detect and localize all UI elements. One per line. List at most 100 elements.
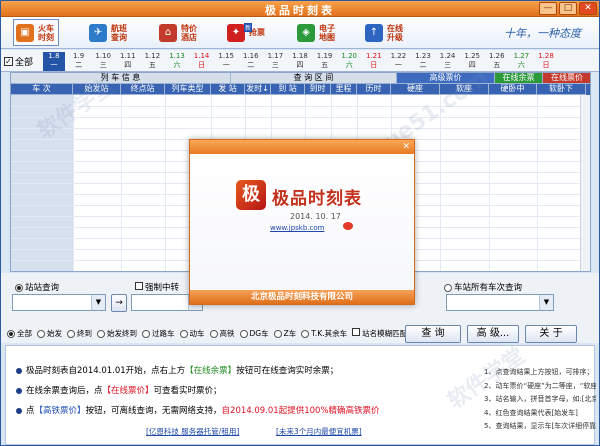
column-header[interactable]: 里程 bbox=[331, 84, 357, 95]
column-header[interactable]: 发时↓ bbox=[245, 84, 271, 95]
date-tab[interactable]: 1.13 六 bbox=[166, 52, 188, 71]
train-timetable-button[interactable]: ▣ 火车 时刻 bbox=[13, 19, 59, 46]
date-tab[interactable]: 1.23 二 bbox=[412, 52, 434, 71]
weekday-label: 四 bbox=[296, 61, 304, 69]
group-header-advanced-fare[interactable]: 高级票价 bbox=[397, 73, 495, 84]
filter-option[interactable]: 站名模糊匹配 bbox=[352, 328, 407, 339]
weibo-icon[interactable] bbox=[343, 222, 353, 230]
column-header[interactable]: 车 次 bbox=[11, 84, 73, 95]
info-text: 可查看实时票价； bbox=[153, 386, 222, 396]
close-button[interactable]: ✕ bbox=[579, 2, 597, 15]
date-tab[interactable]: 1.14 日 bbox=[191, 52, 213, 71]
filter-option[interactable]: 全部 bbox=[7, 328, 32, 339]
date-tab[interactable]: 1.15 一 bbox=[215, 52, 237, 71]
info-highlight: 【在线余票】 bbox=[185, 366, 237, 376]
query-button[interactable]: 查 询 bbox=[405, 325, 461, 343]
row-line bbox=[11, 117, 590, 118]
radio-on-icon bbox=[15, 283, 23, 292]
column-line bbox=[440, 95, 441, 271]
station-trains-select[interactable]: ▼ bbox=[446, 294, 554, 311]
filter-option[interactable]: 动车 bbox=[179, 328, 205, 339]
column-header[interactable]: 终点站 bbox=[121, 84, 165, 95]
filter-label: Z车 bbox=[283, 329, 297, 338]
date-tab[interactable]: 1.22 一 bbox=[387, 52, 409, 71]
swap-stations-button[interactable]: → bbox=[111, 294, 127, 312]
date-tab[interactable]: 1.25 四 bbox=[461, 52, 483, 71]
minimize-button[interactable]: — bbox=[539, 2, 557, 15]
row-line bbox=[11, 128, 590, 129]
advanced-button[interactable]: 高 级... bbox=[467, 325, 519, 343]
all-dates-label: 全部 bbox=[15, 58, 34, 68]
checkbox-empty-icon bbox=[135, 282, 143, 290]
filter-option[interactable]: DG车 bbox=[239, 328, 269, 339]
date-tab[interactable]: 1.11 四 bbox=[117, 52, 139, 71]
group-header-online-tickets[interactable]: 在线余票 bbox=[495, 73, 543, 84]
date-tab[interactable]: 1.16 二 bbox=[240, 52, 262, 71]
all-dates-checkbox[interactable]: ✓ 全部 bbox=[4, 55, 33, 68]
column-header[interactable]: 列车类型 bbox=[165, 84, 211, 95]
radio-off-icon bbox=[209, 330, 218, 338]
date-tab[interactable]: 1.26 五 bbox=[486, 52, 508, 71]
force-transfer-checkbox[interactable]: 强制中转 bbox=[135, 281, 179, 293]
date-tab[interactable]: 1.9 二 bbox=[68, 52, 90, 71]
filter-option[interactable]: Z车 bbox=[273, 328, 297, 339]
column-header[interactable]: 软座 bbox=[440, 84, 489, 95]
filter-option[interactable]: 始发 bbox=[37, 328, 62, 339]
upgrade-button[interactable]: ↑ 在线 升级 bbox=[365, 19, 405, 46]
flight-query-button[interactable]: ✈ 航班 查询 bbox=[89, 19, 129, 46]
station-query-radio[interactable]: 站站查询 bbox=[15, 281, 59, 293]
tip-item: 1、点查询结果上方按钮，可排序； bbox=[484, 368, 594, 376]
filter-option[interactable]: 过路车 bbox=[142, 328, 175, 339]
date-tab[interactable]: 1.8 一 bbox=[43, 52, 65, 71]
vertical-scrollbar[interactable] bbox=[580, 95, 590, 271]
filter-option[interactable]: 终到 bbox=[67, 328, 92, 339]
weekday-label: 四 bbox=[124, 61, 132, 69]
date-tab[interactable]: 1.27 六 bbox=[510, 52, 532, 71]
column-line bbox=[73, 95, 74, 271]
hosting-link[interactable]: [亿恩科技 服务器托管/租用] bbox=[146, 426, 239, 437]
column-header[interactable]: 历时 bbox=[357, 84, 391, 95]
website-link[interactable]: www.jpskb.com bbox=[270, 224, 324, 232]
hotel-button[interactable]: ⌂ 特价 酒店 bbox=[159, 19, 199, 46]
plane-icon: ✈ bbox=[89, 23, 107, 42]
date-tab[interactable]: 1.18 四 bbox=[289, 52, 311, 71]
from-station-select[interactable]: ▼ bbox=[12, 294, 106, 311]
column-header[interactable]: 软卧下 bbox=[537, 84, 586, 95]
dialog-close-button[interactable]: ✕ bbox=[402, 142, 410, 152]
date-tab[interactable]: 1.10 三 bbox=[92, 52, 114, 71]
column-header[interactable]: 发 站 bbox=[211, 84, 245, 95]
date-tab[interactable]: 1.12 五 bbox=[141, 52, 163, 71]
weekday-label: 五 bbox=[148, 61, 156, 69]
group-header-online-fare[interactable]: 在线票价 bbox=[543, 73, 590, 84]
column-header[interactable]: 硬座 bbox=[391, 84, 440, 95]
date-tab[interactable]: 1.20 六 bbox=[338, 52, 360, 71]
date-tab[interactable]: 1.19 五 bbox=[314, 52, 336, 71]
maximize-button[interactable]: □ bbox=[559, 2, 577, 15]
info-text: 在线余票查询后，点 bbox=[26, 386, 103, 396]
info-text: 点 bbox=[26, 406, 35, 416]
filter-option[interactable]: 始发终到 bbox=[97, 328, 137, 339]
cheap-flights-link[interactable]: [未来3个月内最便宜机票] bbox=[276, 426, 362, 437]
column-header[interactable]: 到时 bbox=[305, 84, 331, 95]
column-header[interactable]: 硬卧中 bbox=[489, 84, 537, 95]
date-tab[interactable]: 1.17 三 bbox=[264, 52, 286, 71]
filter-option[interactable]: 高铁 bbox=[209, 328, 235, 339]
map-button[interactable]: ◈ 电子 地图 bbox=[297, 19, 337, 46]
app-logo: 极 bbox=[236, 180, 266, 210]
date-tab[interactable]: 1.21 日 bbox=[363, 52, 385, 71]
grab-ticket-button[interactable]: ✦ 新 抢票 bbox=[227, 19, 267, 46]
date-tab[interactable]: 1.28 日 bbox=[535, 52, 557, 71]
company-name: 北京极品时刻科技有限公司 bbox=[190, 290, 414, 304]
weekday-label: 六 bbox=[173, 61, 181, 69]
map-icon: ◈ bbox=[297, 23, 315, 42]
filter-option[interactable]: T.K.其余车 bbox=[301, 328, 347, 339]
column-line bbox=[537, 95, 538, 271]
tip-item: 4、红色查询结果代表[始发车] bbox=[484, 408, 578, 417]
all-trains-query-radio[interactable]: 车站所有车次查询 bbox=[444, 281, 522, 293]
column-header[interactable]: 到 站 bbox=[271, 84, 305, 95]
about-button[interactable]: 关 于 bbox=[525, 325, 577, 343]
radio-off-icon bbox=[301, 330, 310, 338]
column-header[interactable]: 始发站 bbox=[73, 84, 121, 95]
date-tab[interactable]: 1.24 三 bbox=[437, 52, 459, 71]
hotel-icon: ⌂ bbox=[159, 23, 177, 42]
